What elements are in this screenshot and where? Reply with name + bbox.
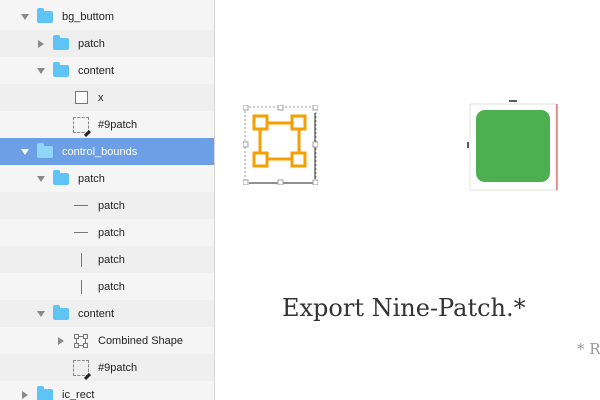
- folder-icon: [52, 34, 70, 51]
- layer-label: Combined Shape: [98, 334, 184, 347]
- folder-icon: [36, 142, 54, 159]
- nine-patch-green-preview[interactable]: [467, 98, 559, 192]
- disclosure-right-icon[interactable]: [36, 39, 46, 49]
- layer-row[interactable]: Combined Shape: [0, 327, 214, 354]
- layer-label: bg_buttom: [62, 10, 114, 23]
- layers-panel: bg_buttompatch content x #9patch control_bou…: [0, 0, 215, 400]
- layer-label: ic_rect: [62, 388, 95, 400]
- layer-row[interactable]: bg_buttom: [0, 3, 214, 30]
- layer-label: patch: [98, 199, 125, 212]
- layer-row[interactable]: #9patch: [0, 354, 214, 381]
- layer-label: control_bounds: [62, 145, 138, 158]
- layer-row[interactable]: patch: [0, 246, 214, 273]
- layer-row[interactable]: patch: [0, 30, 214, 57]
- combined-shape-icon: [72, 333, 90, 348]
- nine-patch-artboard-selected[interactable]: [243, 105, 318, 185]
- layer-label: content: [78, 307, 115, 320]
- folder-icon: [36, 385, 54, 400]
- layer-label: #9patch: [98, 361, 138, 374]
- disclosure-down-icon[interactable]: [20, 12, 30, 22]
- layer-row[interactable]: patch: [0, 273, 214, 300]
- layer-row[interactable]: patch: [0, 219, 214, 246]
- disclosure-down-icon[interactable]: [36, 66, 46, 76]
- export-title: Export Nine-Patch.*: [282, 294, 526, 322]
- disclosure-right-icon[interactable]: [56, 336, 66, 346]
- slice-icon: [72, 359, 90, 376]
- layer-label: patch: [78, 172, 105, 185]
- folder-icon: [52, 304, 70, 321]
- rectangle-icon: [72, 91, 90, 105]
- layer-label: patch: [78, 37, 105, 50]
- layer-label: patch: [98, 226, 125, 239]
- layer-row[interactable]: #9patch: [0, 111, 214, 138]
- layer-row[interactable]: content: [0, 300, 214, 327]
- layer-row[interactable]: control_bounds: [0, 138, 214, 165]
- disclosure-down-icon[interactable]: [20, 147, 30, 157]
- green-rounded-rectangle: [476, 110, 550, 182]
- slice-icon: [72, 116, 90, 133]
- disclosure-down-icon[interactable]: [36, 309, 46, 319]
- combined-shape-orange-icon: [252, 114, 307, 168]
- folder-icon: [52, 169, 70, 186]
- disclosure-down-icon[interactable]: [36, 174, 46, 184]
- layer-row[interactable]: ic_rect: [0, 381, 214, 400]
- vertical-line-icon: [72, 279, 90, 294]
- layer-label: patch: [98, 280, 125, 293]
- layer-label: x: [98, 91, 104, 104]
- folder-icon: [36, 7, 54, 24]
- folder-icon: [52, 61, 70, 78]
- layer-row[interactable]: patch: [0, 165, 214, 192]
- layer-row[interactable]: x: [0, 84, 214, 111]
- layer-row[interactable]: content: [0, 57, 214, 84]
- horizontal-line-icon: [72, 226, 90, 240]
- layer-label: patch: [98, 253, 125, 266]
- footnote-text: * R: [577, 340, 600, 358]
- canvas[interactable]: Export Nine-Patch.* * R: [215, 0, 600, 400]
- vertical-line-icon: [72, 252, 90, 267]
- layer-label: #9patch: [98, 118, 138, 131]
- disclosure-right-icon[interactable]: [20, 390, 30, 400]
- layer-label: content: [78, 64, 115, 77]
- horizontal-line-icon: [72, 199, 90, 213]
- layer-row[interactable]: patch: [0, 192, 214, 219]
